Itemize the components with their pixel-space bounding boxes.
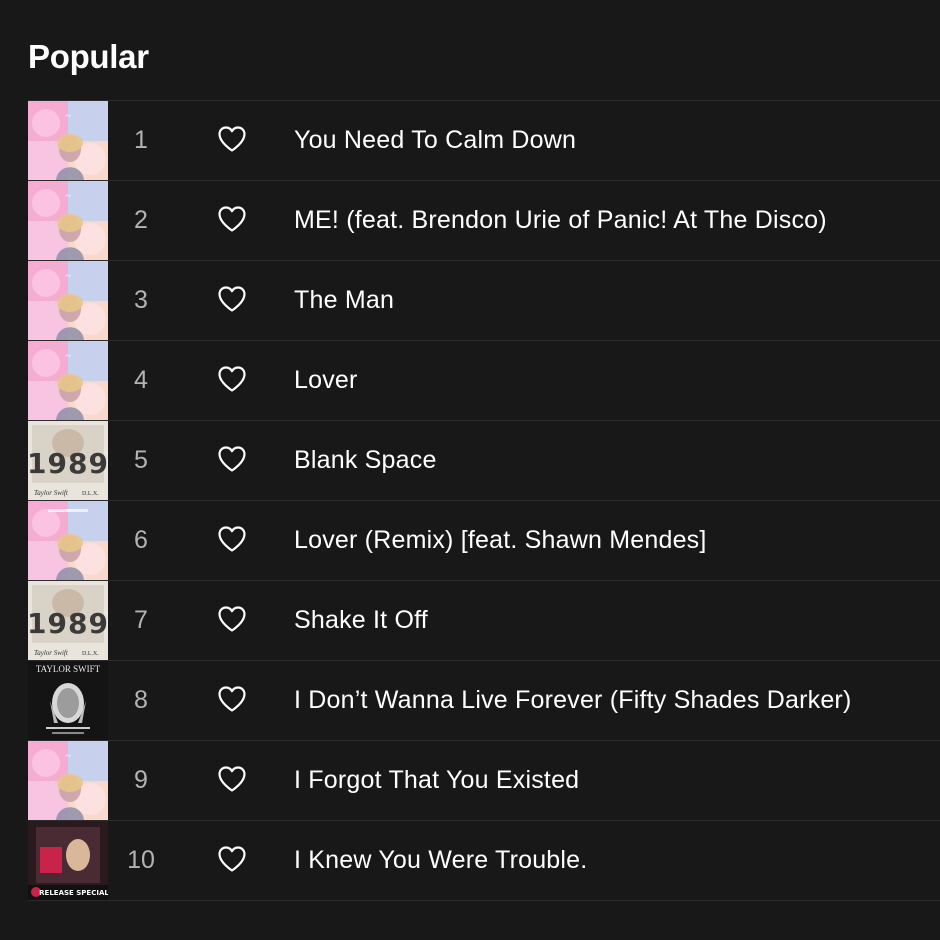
- album-cover: 1989 Taylor Swift D.L.X.: [28, 421, 108, 500]
- track-number: 7: [134, 606, 148, 634]
- heart-outline-icon[interactable]: [212, 199, 252, 239]
- track-number: 9: [134, 766, 148, 794]
- album-cover: ~: [28, 101, 108, 180]
- svg-text:~: ~: [65, 750, 71, 762]
- track-row[interactable]: TAYLOR SWIFT 8 I Don’t Wanna Live Forever …: [28, 661, 940, 741]
- track-row[interactable]: 1989 Taylor Swift D.L.X. 5 Blank Space: [28, 421, 940, 501]
- heart-outline-icon[interactable]: [212, 839, 252, 879]
- track-number: 2: [134, 206, 148, 234]
- track-title: Shake It Off: [294, 606, 428, 634]
- track-number: 8: [134, 686, 148, 714]
- svg-text:~: ~: [65, 350, 71, 362]
- album-cover: TAYLOR SWIFT: [28, 661, 108, 740]
- svg-text:RELEASE SPECIAL: RELEASE SPECIAL: [39, 889, 108, 897]
- section-title: Popular: [28, 38, 149, 75]
- track-row[interactable]: 6 Lover (Remix) [feat. Shawn Mendes]: [28, 501, 940, 581]
- album-cover: [28, 501, 108, 580]
- track-row[interactable]: ~3 The Man: [28, 261, 940, 341]
- track-title: Blank Space: [294, 446, 437, 474]
- heart-outline-icon[interactable]: [212, 439, 252, 479]
- track-title: Lover: [294, 366, 358, 394]
- track-title: Lover (Remix) [feat. Shawn Mendes]: [294, 526, 707, 554]
- track-number: 1: [134, 126, 148, 154]
- svg-text:Taylor Swift: Taylor Swift: [34, 649, 69, 657]
- track-title: The Man: [294, 286, 395, 314]
- track-number: 5: [134, 446, 148, 474]
- album-cover: 1989 Taylor Swift D.L.X.: [28, 581, 108, 660]
- svg-text:TAYLOR SWIFT: TAYLOR SWIFT: [36, 664, 101, 674]
- track-row[interactable]: ~9 I Forgot That You Existed: [28, 741, 940, 821]
- svg-text:~: ~: [65, 270, 71, 282]
- svg-text:D.L.X.: D.L.X.: [82, 491, 99, 497]
- heart-outline-icon[interactable]: [212, 599, 252, 639]
- track-title: I Forgot That You Existed: [294, 766, 580, 794]
- track-number: 6: [134, 526, 148, 554]
- heart-outline-icon[interactable]: [212, 519, 252, 559]
- track-number: 4: [134, 366, 148, 394]
- heart-outline-icon[interactable]: [212, 759, 252, 799]
- track-row[interactable]: ~4 Lover: [28, 341, 940, 421]
- heart-outline-icon[interactable]: [212, 119, 252, 159]
- track-title: I Don’t Wanna Live Forever (Fifty Shades…: [294, 686, 852, 714]
- album-cover: ~: [28, 741, 108, 820]
- track-row[interactable]: ~1 You Need To Calm Down: [28, 101, 940, 181]
- svg-text:~: ~: [65, 110, 71, 122]
- track-list: ~1 You Need To Calm Down ~2 ME! (feat. Bren…: [28, 100, 940, 901]
- track-number: 3: [134, 286, 148, 314]
- svg-text:D.L.X.: D.L.X.: [82, 651, 99, 657]
- album-cover: ~: [28, 181, 108, 260]
- album-cover: ~: [28, 261, 108, 340]
- heart-outline-icon[interactable]: [212, 679, 252, 719]
- track-row[interactable]: RELEASE SPECIAL 10 I Knew You Were Trouble…: [28, 821, 940, 901]
- svg-text:~: ~: [65, 190, 71, 202]
- svg-text:1989: 1989: [28, 607, 108, 640]
- svg-text:1989: 1989: [28, 447, 108, 480]
- track-row[interactable]: ~2 ME! (feat. Brendon Urie of Panic! At T…: [28, 181, 940, 261]
- album-cover: RELEASE SPECIAL: [28, 821, 108, 900]
- popular-tracks-panel: Popular ~1 You Need To Calm Down ~2 ME! (fe…: [0, 0, 940, 940]
- track-title: ME! (feat. Brendon Urie of Panic! At The…: [294, 206, 827, 234]
- track-title: I Knew You Were Trouble.: [294, 846, 588, 874]
- track-title: You Need To Calm Down: [294, 126, 577, 154]
- album-cover: ~: [28, 341, 108, 420]
- heart-outline-icon[interactable]: [212, 359, 252, 399]
- heart-outline-icon[interactable]: [212, 279, 252, 319]
- track-row[interactable]: 1989 Taylor Swift D.L.X. 7 Shake It Off: [28, 581, 940, 661]
- track-number: 10: [127, 846, 155, 874]
- svg-text:Taylor Swift: Taylor Swift: [34, 489, 69, 497]
